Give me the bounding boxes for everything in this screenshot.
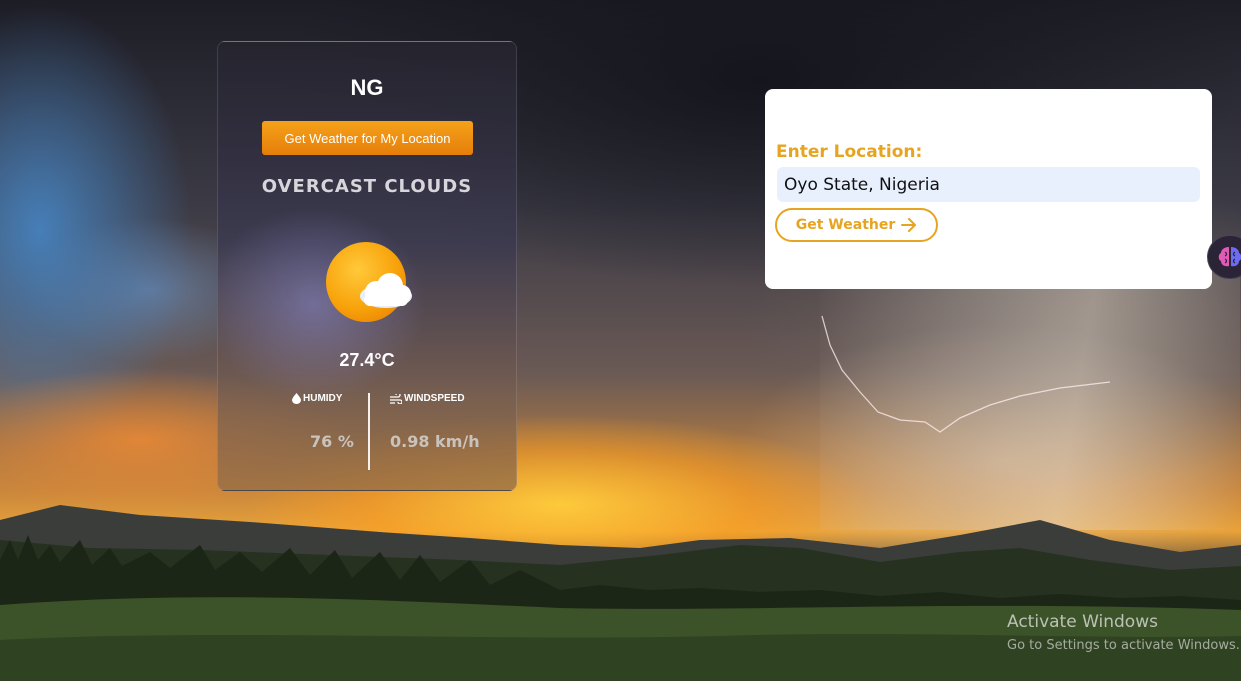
droplet-icon (292, 393, 301, 404)
humidity-label-text: HUMIDY (303, 393, 343, 404)
brain-icon (1218, 247, 1241, 267)
location-input[interactable] (777, 167, 1200, 202)
humidity-value: 76 % (310, 432, 354, 451)
wind-icon (390, 393, 402, 404)
my-location-button[interactable]: Get Weather for My Location (262, 121, 473, 155)
weather-condition: OVERCAST CLOUDS (261, 176, 473, 197)
windspeed-label-text: WINDSPEED (404, 393, 465, 404)
windspeed-label: WINDSPEED (390, 393, 465, 404)
temperature: 27.4°C (339, 350, 395, 370)
weather-card: NG Get Weather for My Location OVERCAST … (217, 41, 517, 491)
humidity-label: HUMIDY (292, 393, 342, 404)
get-weather-button[interactable]: Get Weather (775, 208, 938, 242)
activation-watermark-subtitle: Go to Settings to activate Windows. (1007, 638, 1240, 653)
location-label: Enter Location: (776, 142, 923, 162)
sun-behind-cloud-icon (324, 238, 416, 326)
arrow-right-icon (901, 218, 917, 232)
location-panel: Enter Location: Get Weather (765, 89, 1212, 289)
windspeed-value: 0.98 km/h (390, 432, 480, 451)
lightning-bolt (821, 315, 1111, 433)
get-weather-button-label: Get Weather (795, 217, 896, 233)
activation-watermark-title: Activate Windows (1007, 612, 1158, 632)
stat-divider (368, 393, 370, 470)
country-code: NG (350, 75, 384, 100)
